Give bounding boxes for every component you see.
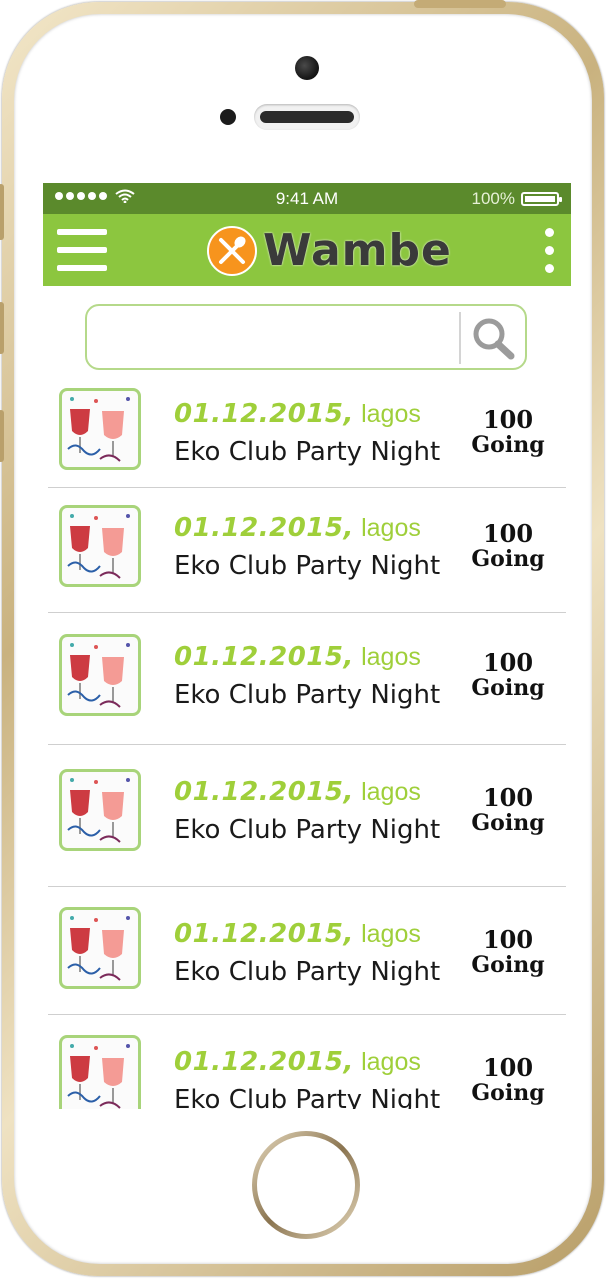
going-label: Going [471, 432, 545, 458]
volume-down-button [0, 410, 4, 462]
more-options-icon[interactable] [543, 228, 557, 274]
event-city: lagos [361, 643, 421, 671]
party-drinks-thumbnail [59, 505, 141, 587]
event-city: lagos [361, 920, 421, 948]
party-drinks-thumbnail [59, 907, 141, 989]
mute-switch [0, 184, 4, 240]
search-divider [459, 312, 461, 364]
battery-icon [521, 192, 562, 206]
event-title: Eko Club Party Night [174, 815, 441, 845]
party-drinks-thumbnail [59, 388, 141, 470]
event-title: Eko Club Party Night [174, 1085, 441, 1109]
event-city: lagos [361, 514, 421, 542]
volume-up-button [0, 302, 4, 354]
event-title: Eko Club Party Night [174, 551, 441, 581]
power-button [414, 0, 506, 8]
row-divider [48, 1014, 566, 1015]
going-count: 100 [482, 1053, 534, 1082]
search-icon[interactable] [467, 314, 519, 362]
party-drinks-thumbnail [59, 769, 141, 851]
search-box [85, 304, 527, 370]
event-date: 01.12.2015, [174, 919, 354, 949]
event-date: 01.12.2015, [174, 1047, 354, 1077]
going-label: Going [471, 675, 545, 701]
fork-spoon-icon [207, 226, 257, 276]
event-city: lagos [361, 778, 421, 806]
event-date: 01.12.2015, [174, 399, 354, 429]
going-label: Going [471, 952, 545, 978]
event-date: 01.12.2015, [174, 513, 354, 543]
going-count: 100 [482, 648, 534, 677]
going-label: Going [471, 1080, 545, 1106]
party-drinks-thumbnail [59, 1035, 141, 1109]
event-date: 01.12.2015, [174, 642, 354, 672]
event-city: lagos [361, 400, 421, 428]
event-title: Eko Club Party Night [174, 680, 441, 710]
row-divider [48, 744, 566, 745]
going-label: Going [471, 810, 545, 836]
menu-hamburger-icon[interactable] [57, 229, 109, 273]
event-date: 01.12.2015, [174, 777, 354, 807]
event-title: Eko Club Party Night [174, 437, 441, 467]
event-title: Eko Club Party Night [174, 957, 441, 987]
going-count: 100 [482, 783, 534, 812]
proximity-sensor [220, 109, 236, 125]
logo-wordmark: Wambe [263, 225, 452, 276]
row-divider [48, 487, 566, 488]
going-count: 100 [482, 519, 534, 548]
row-divider [48, 612, 566, 613]
app-screen: 9:41 AM 100% Wambe 01.12.2015, lagos Eko… [43, 183, 571, 1109]
going-count: 100 [482, 405, 534, 434]
home-button[interactable] [252, 1131, 360, 1239]
event-city: lagos [361, 1048, 421, 1076]
app-logo: Wambe [207, 224, 452, 278]
party-drinks-thumbnail [59, 634, 141, 716]
search-input[interactable] [97, 316, 451, 360]
battery-percentage: 100% [471, 189, 515, 208]
row-divider [48, 886, 566, 887]
going-label: Going [471, 546, 545, 572]
front-camera [295, 56, 319, 80]
going-count: 100 [482, 925, 534, 954]
status-bar: 9:41 AM 100% [43, 183, 571, 214]
earpiece-speaker [254, 104, 360, 130]
app-bar: Wambe [43, 214, 571, 286]
